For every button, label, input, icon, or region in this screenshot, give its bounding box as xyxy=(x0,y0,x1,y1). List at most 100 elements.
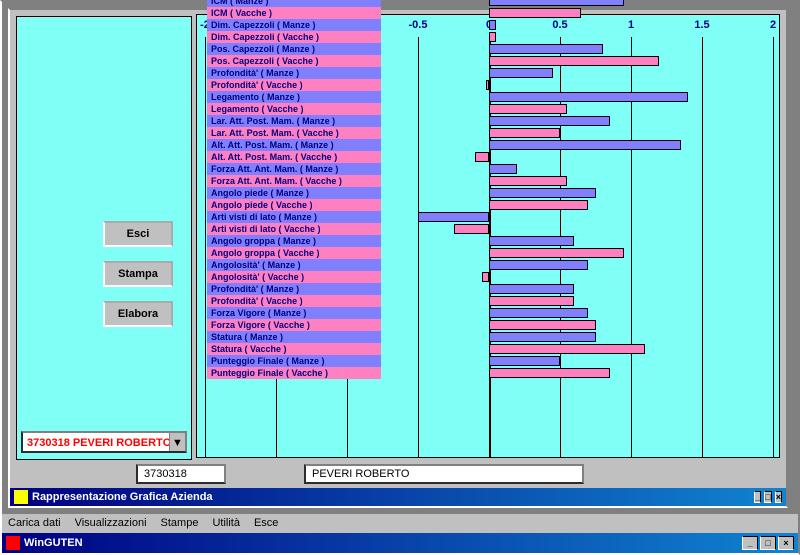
chart-row: Alt. Att. Post. Mam. ( Manze ) xyxy=(205,139,773,151)
chart-row: Forza Vigore ( Manze ) xyxy=(205,307,773,319)
plot-area: -2-1.5-1-0.500.511.52Punteggio Finale ( … xyxy=(205,37,773,379)
chart-bar xyxy=(489,320,596,330)
chart-bar xyxy=(489,200,588,210)
chart-row: Arti visti di lato ( Vacche ) xyxy=(205,223,773,235)
chart-bar xyxy=(489,68,553,78)
child-titlebar: Rappresentazione Grafica Azienda _ □ × xyxy=(10,488,786,506)
chart-bar xyxy=(489,236,574,246)
child-minimize-button[interactable]: _ xyxy=(754,491,761,503)
chart-row-label: Lar. Att. Post. Mam. ( Manze ) xyxy=(207,115,381,127)
chart-bar xyxy=(489,188,596,198)
mdi-area: Rappresentazione Grafica Azienda _ □ × 3… xyxy=(2,2,798,513)
app-icon xyxy=(6,536,20,550)
code-field[interactable]: 3730318 xyxy=(136,464,226,484)
chart-row: Statura ( Vacche ) xyxy=(205,343,773,355)
chart-bar xyxy=(489,356,560,366)
esci-button[interactable]: Esci xyxy=(103,221,173,247)
chart-row-label: Forza Vigore ( Vacche ) xyxy=(207,319,381,331)
chart-row: Angolosità' ( Vacche ) xyxy=(205,271,773,283)
chart-bar xyxy=(489,128,560,138)
chart-row-label: Angolo groppa ( Manze ) xyxy=(207,235,381,247)
azienda-combo[interactable]: 3730318 PEVERI ROBERTC ▼ xyxy=(21,431,187,453)
child-close-button[interactable]: × xyxy=(775,491,782,503)
chart-bar xyxy=(418,212,489,222)
chart-row-label: Legamento ( Manze ) xyxy=(207,91,381,103)
child-icon xyxy=(14,490,28,504)
chart-row: Profondità' ( Manze ) xyxy=(205,67,773,79)
window-controls: _ □ × xyxy=(742,536,794,550)
chart-row-label: ICM ( Vacche ) xyxy=(207,7,381,19)
chart-row-label: Punteggio Finale ( Vacche ) xyxy=(207,367,381,379)
chart-row-label: Angolosità' ( Manze ) xyxy=(207,259,381,271)
chart-bar xyxy=(489,44,603,54)
menu-visualizzazioni[interactable]: Visualizzazioni xyxy=(75,518,147,530)
chart-row-label: Arti visti di lato ( Vacche ) xyxy=(207,223,381,235)
chart-bar xyxy=(454,224,490,234)
chart-row: Angolo piede ( Manze ) xyxy=(205,187,773,199)
chart-row: Profondità' ( Vacche ) xyxy=(205,79,773,91)
chart-bar xyxy=(475,152,489,162)
chart-row-label: Angolo piede ( Manze ) xyxy=(207,187,381,199)
chart-bar xyxy=(489,248,624,258)
chart-row: Dim. Capezzoli ( Vacche ) xyxy=(205,31,773,43)
chart-row-label: Angolo groppa ( Vacche ) xyxy=(207,247,381,259)
chart-row: Punteggio Finale ( Manze ) xyxy=(205,355,773,367)
menu-utilita[interactable]: Utilità xyxy=(212,518,240,530)
chart-bar xyxy=(489,92,688,102)
maximize-button[interactable]: □ xyxy=(760,536,776,550)
app-window: WinGUTEN _ □ × Carica dati Visualizzazio… xyxy=(0,0,800,555)
chart-bar xyxy=(489,56,659,66)
left-panel: 3730318 PEVERI ROBERTC ▼ Elabora Stampa … xyxy=(16,16,192,460)
chart-bar xyxy=(489,176,567,186)
elabora-button[interactable]: Elabora xyxy=(103,301,173,327)
chart-row: Pos. Capezzoli ( Vacche ) xyxy=(205,55,773,67)
chart-row-label: Alt. Att. Post. Mam. ( Vacche ) xyxy=(207,151,381,163)
chart-row: Legamento ( Manze ) xyxy=(205,91,773,103)
chart-row: ICM ( Manze ) xyxy=(205,0,773,7)
chart-row-label: Punteggio Finale ( Manze ) xyxy=(207,355,381,367)
chart-row-label: Forza Att. Ant. Mam. ( Manze ) xyxy=(207,163,381,175)
child-body: 3730318 PEVERI ROBERTO 3730318 PEVERI RO… xyxy=(10,10,786,488)
chart-row-label: Profondità' ( Vacche ) xyxy=(207,79,381,91)
chart-bar xyxy=(489,20,496,30)
chart-row: Profondità' ( Manze ) xyxy=(205,283,773,295)
chart-bar xyxy=(489,344,645,354)
chart-row: Pos. Capezzoli ( Manze ) xyxy=(205,43,773,55)
name-field[interactable]: PEVERI ROBERTO xyxy=(304,464,584,484)
chart-bar xyxy=(489,140,681,150)
chart-row: Alt. Att. Post. Mam. ( Vacche ) xyxy=(205,151,773,163)
minimize-button[interactable]: _ xyxy=(742,536,758,550)
chart-row: Forza Att. Ant. Mam. ( Manze ) xyxy=(205,163,773,175)
menu-esce[interactable]: Esce xyxy=(254,518,278,530)
chart-bar xyxy=(489,32,496,42)
app-title: WinGUTEN xyxy=(24,537,83,549)
chevron-down-icon[interactable]: ▼ xyxy=(169,433,185,451)
gridline xyxy=(773,37,774,457)
chart-row-label: Profondità' ( Manze ) xyxy=(207,67,381,79)
chart-row: Profondità' ( Vacche ) xyxy=(205,295,773,307)
menu-carica[interactable]: Carica dati xyxy=(8,518,61,530)
chart-row: Punteggio Finale ( Vacche ) xyxy=(205,367,773,379)
chart-row: Lar. Att. Post. Mam. ( Manze ) xyxy=(205,115,773,127)
chart-row-label: Dim. Capezzoli ( Vacche ) xyxy=(207,31,381,43)
chart-row-label: Forza Vigore ( Manze ) xyxy=(207,307,381,319)
chart-bar xyxy=(489,0,624,6)
chart-row-label: Alt. Att. Post. Mam. ( Manze ) xyxy=(207,139,381,151)
chart-bar xyxy=(489,332,596,342)
chart-row: Angolo groppa ( Vacche ) xyxy=(205,247,773,259)
child-maximize-button[interactable]: □ xyxy=(764,491,771,503)
chart-row: Statura ( Manze ) xyxy=(205,331,773,343)
chart-row: Legamento ( Vacche ) xyxy=(205,103,773,115)
chart-row-label: Profondità' ( Manze ) xyxy=(207,283,381,295)
chart-row-label: Pos. Capezzoli ( Vacche ) xyxy=(207,55,381,67)
chart-row-label: Legamento ( Vacche ) xyxy=(207,103,381,115)
close-button[interactable]: × xyxy=(778,536,794,550)
menu-stampe[interactable]: Stampe xyxy=(161,518,199,530)
chart-row: Arti visti di lato ( Manze ) xyxy=(205,211,773,223)
chart-row-label: Profondità' ( Vacche ) xyxy=(207,295,381,307)
chart-row-label: Dim. Capezzoli ( Manze ) xyxy=(207,19,381,31)
chart-row: Angolo piede ( Vacche ) xyxy=(205,199,773,211)
chart-row: Forza Vigore ( Vacche ) xyxy=(205,319,773,331)
chart-row-label: Statura ( Vacche ) xyxy=(207,343,381,355)
stampa-button[interactable]: Stampa xyxy=(103,261,173,287)
